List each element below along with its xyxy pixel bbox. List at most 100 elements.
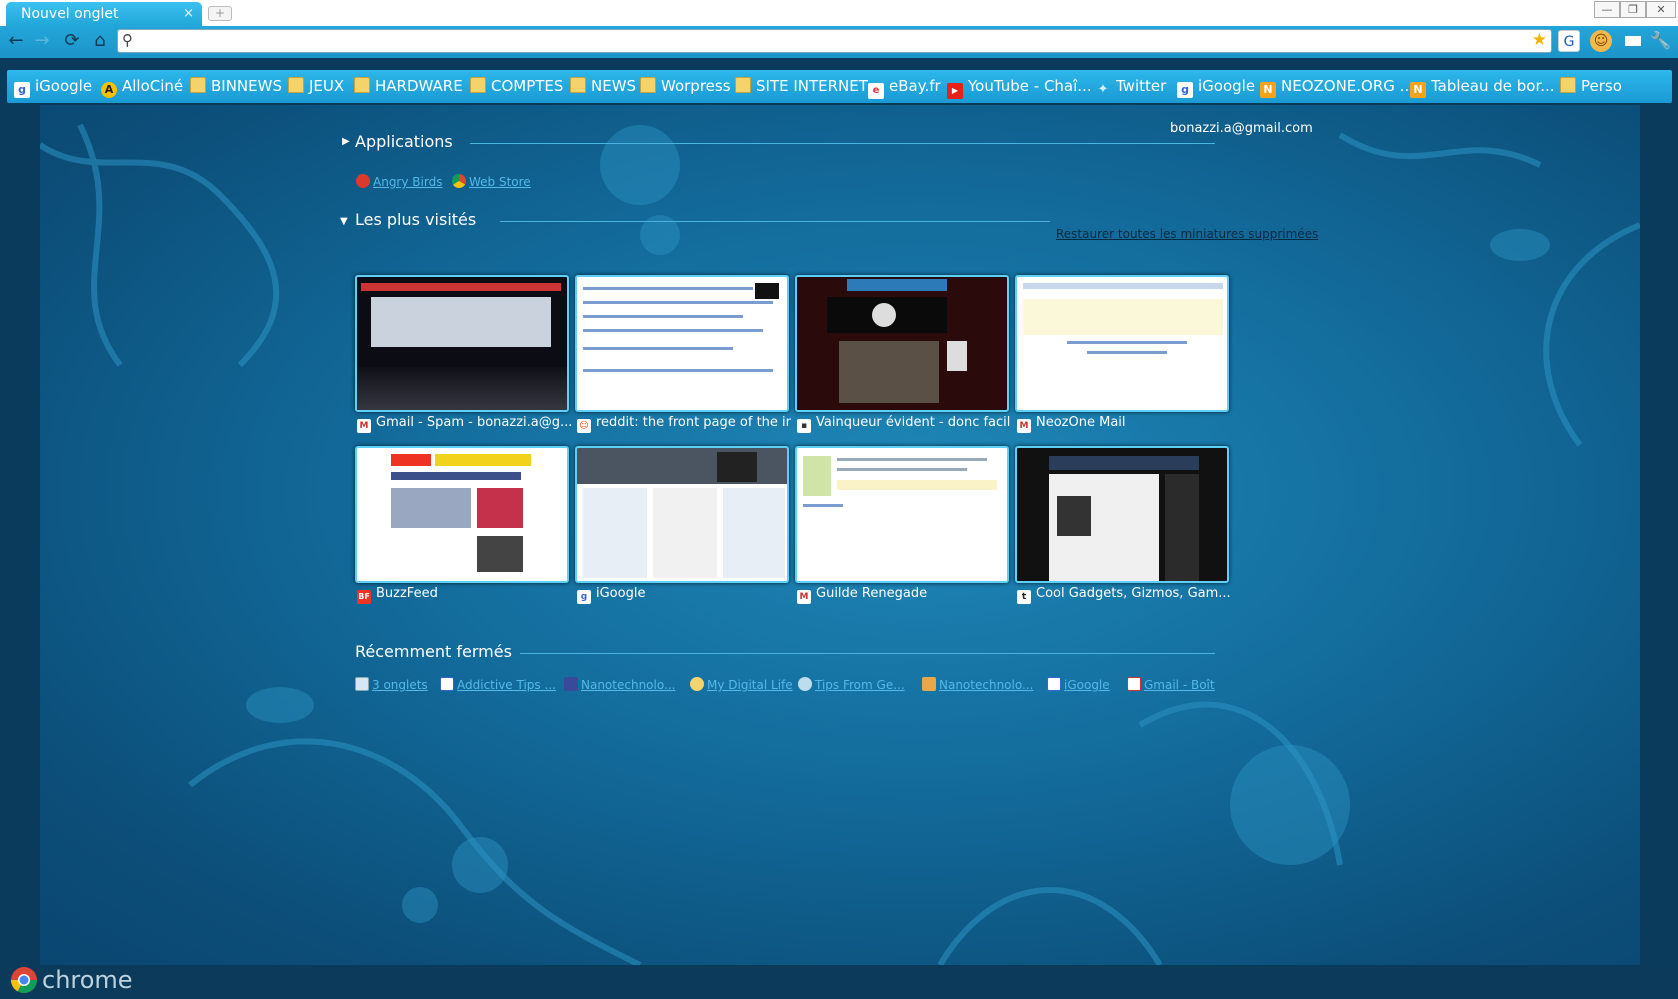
search-icon: ⚲ — [122, 31, 133, 49]
bookmark-comptes[interactable]: COMPTES — [470, 70, 563, 103]
gmail-icon: M — [1017, 419, 1031, 433]
folder-icon — [470, 77, 486, 93]
applications-divider — [470, 143, 1215, 144]
folder-icon — [288, 77, 304, 93]
closed-my-digital-life[interactable]: My Digital Life — [690, 677, 793, 692]
home-button[interactable]: ⌂ — [88, 29, 112, 53]
toolbar: ← → ⟳ ⌂ ⚲ ★ G ☺ 🔧 — [0, 26, 1678, 58]
chevron-right-icon[interactable]: ▶ — [342, 136, 350, 147]
ebay-icon: e — [868, 83, 884, 99]
thumbnail-igoogle[interactable] — [575, 446, 789, 583]
neozone-icon: N — [1410, 82, 1426, 98]
thumbnail-title[interactable]: ▪ Vainqueur évident - donc facil... — [797, 415, 1011, 433]
thumbnail-title[interactable]: BF BuzzFeed — [357, 586, 571, 604]
address-input[interactable] — [142, 32, 1522, 50]
google-icon: g — [1177, 82, 1193, 98]
bottom-bar — [0, 965, 1678, 999]
back-button[interactable]: ← — [4, 29, 28, 53]
bookmark-news[interactable]: NEWS — [570, 70, 636, 103]
closed-addictive-tips[interactable]: Addictive Tips ... — [440, 677, 556, 692]
most-visited-divider — [500, 221, 1050, 222]
thumbnail-title[interactable]: t Cool Gadgets, Gizmos, Gam... — [1017, 586, 1231, 604]
translate-extension-icon[interactable]: G — [1558, 30, 1580, 52]
chrome-brand-text: chrome — [42, 966, 133, 994]
closed-gmail-boite[interactable]: Gmail - Boîte d... — [1127, 677, 1215, 692]
technabob-icon: t — [1017, 590, 1031, 604]
closed-tips-from-geek[interactable]: Tips From Ge... — [798, 677, 905, 692]
google-icon: g — [14, 82, 30, 98]
bookmark-jeux[interactable]: JEUX — [288, 70, 344, 103]
allocine-icon: A — [101, 82, 117, 98]
new-tab-page: bonazzi.a@gmail.com ▶ Applications Angry… — [40, 105, 1640, 965]
thumbnail-title[interactable]: g iGoogle — [577, 586, 791, 604]
tab-new-tab[interactable]: Nouvel onglet × — [6, 2, 202, 26]
bookmark-perso[interactable]: Perso — [1560, 70, 1622, 103]
thumbnail-reddit[interactable] — [575, 275, 789, 412]
minimize-button[interactable]: — — [1594, 1, 1620, 18]
forward-button[interactable]: → — [30, 29, 54, 53]
thumbnail-title[interactable]: M Guilde Renegade — [797, 586, 1011, 604]
closed-nanotechnologie-1[interactable]: Nanotechnolo... — [564, 677, 675, 692]
closed-nanotechnologie-2[interactable]: Nanotechnolo... — [922, 677, 1033, 692]
thumbnail-title[interactable]: ☺ reddit: the front page of the int... — [577, 415, 791, 433]
thumbnail-cool-gadgets[interactable] — [1015, 446, 1229, 583]
gmail-icon — [1127, 677, 1141, 691]
closed-3-onglets[interactable]: 3 onglets — [355, 677, 428, 692]
bookmark-tableau-de-bord[interactable]: N Tableau de bor... — [1410, 70, 1555, 103]
nano-icon — [922, 677, 936, 691]
thumbnail-vainqueur[interactable] — [795, 275, 1009, 412]
bookmark-twitter[interactable]: ✦ Twitter — [1095, 70, 1167, 103]
close-window-button[interactable]: ✕ — [1646, 1, 1676, 18]
bookmark-allocine[interactable]: A AlloCiné — [101, 70, 183, 103]
bookmark-hardware[interactable]: HARDWARE — [354, 70, 463, 103]
tab-title: Nouvel onglet — [21, 6, 119, 22]
restore-thumbnails-link[interactable]: Restaurer toutes les miniatures supprimé… — [1056, 227, 1318, 241]
youtube-icon: ▶ — [947, 83, 963, 99]
restore-button[interactable]: ❐ — [1620, 1, 1646, 18]
gmail-icon: M — [357, 419, 371, 433]
extension-face-icon[interactable]: ☺ — [1590, 30, 1612, 52]
omnibox[interactable]: ⚲ ★ — [117, 29, 1552, 53]
google-icon: g — [577, 590, 591, 604]
thumbnail-neozone-mail[interactable] — [1015, 275, 1229, 412]
folder-icon — [1560, 77, 1576, 93]
thumbnail-title[interactable]: M NeozOne Mail — [1017, 415, 1231, 433]
extension-mail-icon[interactable] — [1622, 30, 1644, 52]
chevron-down-icon[interactable]: ▼ — [340, 216, 348, 227]
new-tab-button[interactable]: + — [208, 6, 232, 21]
most-visited-title[interactable]: Les plus visités — [355, 210, 476, 229]
bookmark-igoogle[interactable]: g iGoogle — [14, 70, 92, 103]
bookmark-igoogle-2[interactable]: g iGoogle — [1177, 70, 1255, 103]
bookmark-neozone[interactable]: N NEOZONE.ORG ... — [1260, 70, 1414, 103]
closed-igoogle[interactable]: iGoogle — [1047, 677, 1110, 692]
google-icon — [1047, 677, 1061, 691]
gmail-icon: M — [797, 590, 811, 604]
tab-close-icon[interactable]: × — [183, 2, 194, 26]
thumbnail-gmail-spam[interactable] — [355, 275, 569, 412]
thumbnail-title[interactable]: M Gmail - Spam - bonazzi.a@g... — [357, 415, 571, 433]
reddit-icon: ☺ — [577, 419, 591, 433]
bookmark-star-icon[interactable]: ★ — [1532, 30, 1547, 50]
recently-closed-title: Récemment fermés — [355, 642, 512, 661]
nano-icon — [564, 677, 578, 691]
folder-icon — [190, 77, 206, 93]
tips-icon — [798, 677, 812, 691]
bookmark-youtube[interactable]: ▶ YouTube - Chaî... — [947, 70, 1092, 103]
angry-birds-icon — [356, 174, 370, 188]
bookmark-ebay[interactable]: e eBay.fr — [868, 70, 941, 103]
wrench-menu-icon[interactable]: 🔧 — [1650, 30, 1672, 52]
bookmark-site-internet[interactable]: SITE INTERNET — [735, 70, 868, 103]
folder-icon — [735, 77, 751, 93]
bookmark-binnews[interactable]: BINNEWS — [190, 70, 282, 103]
bookmark-worpress[interactable]: Worpress — [640, 70, 731, 103]
reload-button[interactable]: ⟳ — [60, 29, 84, 53]
thumbnail-guilde-renegade[interactable] — [795, 446, 1009, 583]
window-icon — [355, 677, 369, 691]
chrome-logo-icon — [10, 967, 38, 994]
chrome-web-store-icon — [452, 174, 466, 188]
applications-title[interactable]: Applications — [355, 132, 453, 151]
twitter-icon: ✦ — [1097, 82, 1109, 97]
app-web-store[interactable]: Web Store — [452, 174, 531, 189]
app-angry-birds[interactable]: Angry Birds — [356, 174, 442, 189]
thumbnail-buzzfeed[interactable] — [355, 446, 569, 583]
